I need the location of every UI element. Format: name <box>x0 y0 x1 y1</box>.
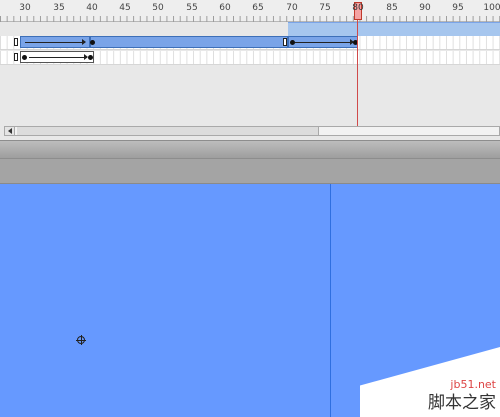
ruler-label: 30 <box>19 3 31 13</box>
playhead-line <box>357 20 358 126</box>
watermark-cn: 脚本之家 <box>428 393 496 413</box>
playhead[interactable]: 80 <box>352 2 364 20</box>
keyframe-dot-icon <box>88 55 93 60</box>
ruler-label: 65 <box>252 3 264 13</box>
ruler-label: 50 <box>152 3 164 13</box>
scrollbar-thumb[interactable] <box>17 127 319 135</box>
motion-tween-span[interactable] <box>20 36 90 48</box>
layer-2-frames[interactable] <box>0 51 500 65</box>
ruler-label: 75 <box>319 3 331 13</box>
blank-keyframe-icon[interactable] <box>14 53 18 61</box>
ruler-label: 40 <box>86 3 98 13</box>
keyframe-dot-icon <box>90 40 95 45</box>
ruler-label: 90 <box>419 3 431 13</box>
ruler-label: 55 <box>186 3 198 13</box>
ruler-label: 85 <box>386 3 398 13</box>
watermark: jb51.net 脚本之家 <box>360 347 500 417</box>
blank-keyframe-icon[interactable] <box>14 38 18 46</box>
scroll-left-arrow-icon[interactable] <box>5 127 15 135</box>
tween-arrow-icon <box>25 39 86 45</box>
timeline-horizontal-scrollbar[interactable] <box>4 126 500 136</box>
registration-point-icon[interactable] <box>76 335 86 345</box>
vertical-guide-line[interactable] <box>330 184 331 417</box>
current-frame-label: 80 <box>352 3 364 13</box>
panel-divider[interactable] <box>0 140 500 158</box>
ruler-label: 70 <box>286 3 298 13</box>
motion-tween-span[interactable] <box>288 36 358 48</box>
ruler-label: 45 <box>119 3 131 13</box>
layer-1-frames[interactable] <box>0 36 500 86</box>
ruler-label: 35 <box>53 3 65 13</box>
stage-canvas[interactable]: jb51.net 脚本之家 <box>0 184 500 417</box>
keyframe-dot-icon <box>22 55 27 60</box>
motion-tween-span[interactable] <box>20 51 94 63</box>
static-frame-span[interactable] <box>90 36 288 48</box>
blank-keyframe-icon[interactable] <box>283 38 287 46</box>
selected-frame-range[interactable] <box>288 22 500 36</box>
tween-arrow-icon <box>295 39 354 45</box>
frame-ruler[interactable]: 30 35 40 45 50 55 60 65 70 75 85 90 95 1… <box>0 0 500 22</box>
ruler-label: 95 <box>452 3 464 13</box>
ruler-label: 60 <box>219 3 231 13</box>
empty-layers-area <box>0 66 500 124</box>
timeline-panel: 30 35 40 45 50 55 60 65 70 75 85 90 95 1… <box>0 0 500 140</box>
ruler-label: 100 <box>483 3 500 13</box>
tween-arrow-icon <box>29 54 88 60</box>
stage-toolbar <box>0 158 500 184</box>
